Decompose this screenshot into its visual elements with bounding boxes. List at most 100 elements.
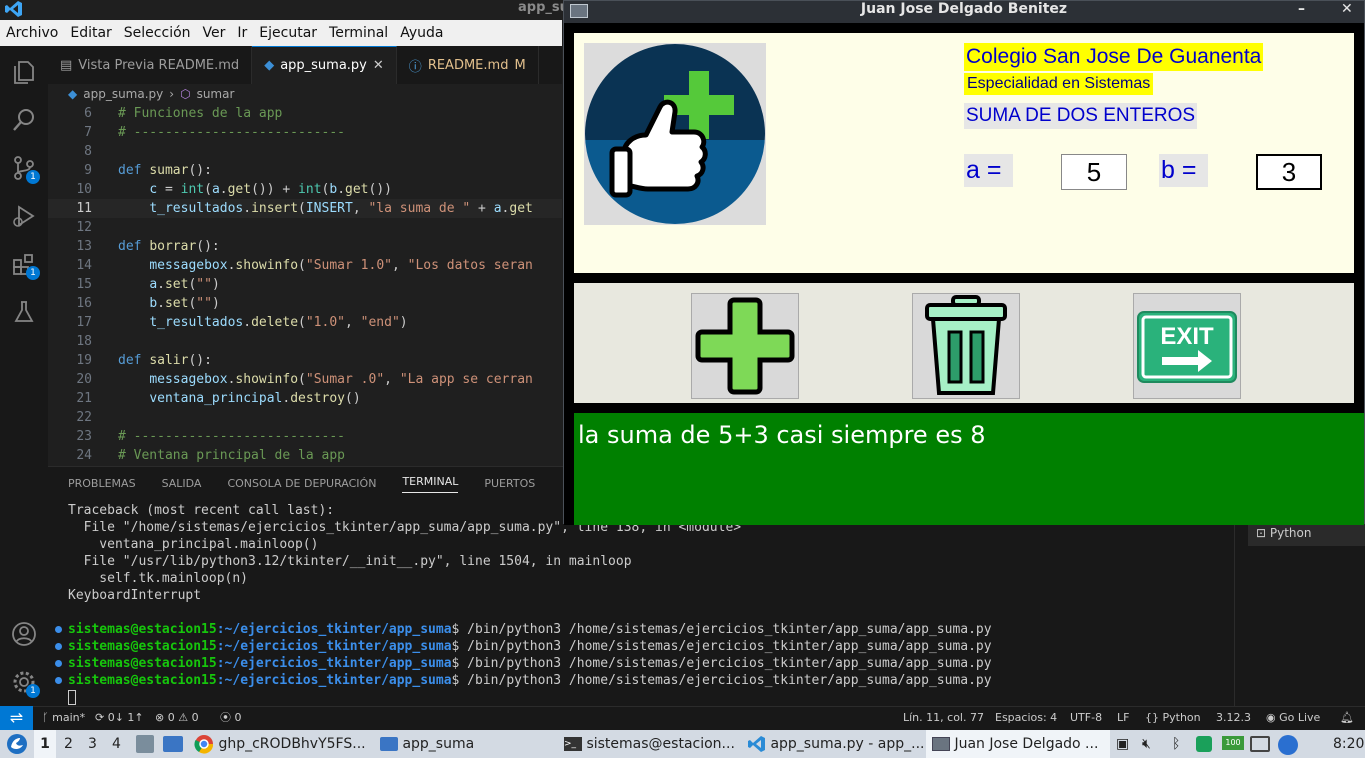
- sync-status[interactable]: ⟳ 0↓ 1↑: [95, 707, 144, 729]
- panel-tab-terminal[interactable]: TERMINAL: [402, 475, 459, 493]
- result-text[interactable]: la suma de 5+3 casi siempre es 8: [574, 413, 1364, 525]
- remote-indicator-icon[interactable]: ⇌: [0, 706, 33, 730]
- code-line[interactable]: 21 ventana_principal.destroy(): [48, 389, 562, 408]
- panel-tab-consola[interactable]: CONSOLA DE DEPURACIÓN: [227, 477, 376, 490]
- workspace-2[interactable]: 2: [64, 730, 73, 758]
- code-line[interactable]: 10 c = int(a.get()) + int(b.get()): [48, 180, 562, 199]
- command-decoration-icon[interactable]: [55, 677, 62, 684]
- taskbar-vscode[interactable]: app_suma.py - app_...: [748, 730, 924, 758]
- code-line[interactable]: 15 a.set(""): [48, 275, 562, 294]
- salir-button[interactable]: EXIT: [1133, 293, 1241, 399]
- panel-tab-puertos[interactable]: PUERTOS: [484, 477, 535, 490]
- code-line[interactable]: 18: [48, 332, 562, 351]
- entry-b[interactable]: [1256, 154, 1322, 190]
- menu-editar[interactable]: Editar: [70, 25, 111, 41]
- source-control-icon[interactable]: 1: [10, 154, 40, 184]
- mute-tray-icon[interactable]: 🔇︎: [1142, 730, 1151, 758]
- indentation[interactable]: Espacios: 4: [995, 707, 1057, 729]
- update-tray-icon[interactable]: [1196, 736, 1212, 752]
- account-icon[interactable]: [10, 620, 38, 648]
- network-tray-icon[interactable]: [1278, 735, 1298, 755]
- taskbar-terminal[interactable]: >_ sistemas@estacion...: [564, 730, 735, 758]
- code-line[interactable]: 11 t_resultados.insert(INSERT, "la suma …: [48, 199, 562, 218]
- tab-preview-readme[interactable]: ▤ Vista Previa README.md: [48, 46, 253, 84]
- terminal-output-line: ventana_principal.mainloop(): [68, 537, 319, 552]
- breadcrumb-file[interactable]: app_suma.py: [83, 87, 163, 101]
- close-window-button[interactable]: ✕: [1341, 1, 1353, 17]
- code-editor[interactable]: 6 # Funciones de la app 7 # ---------------…: [48, 104, 562, 466]
- menu-archivo[interactable]: Archivo: [6, 25, 58, 41]
- notifications-icon[interactable]: 🔔︎: [1340, 707, 1354, 729]
- testing-flask-icon[interactable]: [10, 298, 38, 326]
- code-line[interactable]: 7 # ---------------------------: [48, 123, 562, 142]
- code-line[interactable]: 23 # ---------------------------: [48, 427, 562, 446]
- sumar-button[interactable]: [691, 293, 799, 399]
- menu-ejecutar[interactable]: Ejecutar: [259, 25, 317, 41]
- code-line[interactable]: 12: [48, 218, 562, 237]
- entry-a[interactable]: [1061, 154, 1127, 190]
- problems-status[interactable]: ⊗ 0 ⚠ 0: [155, 707, 199, 729]
- ports-status[interactable]: ⦿ 0: [220, 707, 242, 729]
- code-line[interactable]: 20 messagebox.showinfo("Sumar .0", "La a…: [48, 370, 562, 389]
- encoding[interactable]: UTF-8: [1070, 707, 1102, 729]
- taskbar-tk-window[interactable]: Juan Jose Delgado ...: [926, 730, 1110, 758]
- branch-status[interactable]: ᚴ main*: [42, 707, 85, 729]
- borrar-button[interactable]: [912, 293, 1020, 399]
- language-mode[interactable]: {} Python: [1145, 707, 1201, 729]
- run-debug-icon[interactable]: [10, 202, 38, 230]
- code-line[interactable]: 24 # Ventana principal de la app: [48, 446, 562, 465]
- panel-tab-salida[interactable]: SALIDA: [162, 477, 202, 490]
- code-line[interactable]: 13 def borrar():: [48, 237, 562, 256]
- panel-tab-problemas[interactable]: PROBLEMAS: [68, 477, 136, 490]
- breadcrumb-symbol[interactable]: sumar: [197, 87, 235, 101]
- method-icon: ⬡: [180, 87, 191, 101]
- prompt-path: :~/ejercicios_tkinter/app_suma: [216, 622, 452, 637]
- settings-gear-icon[interactable]: 1: [10, 668, 40, 698]
- code-line[interactable]: 8: [48, 142, 562, 161]
- menu-terminal[interactable]: Terminal: [329, 25, 388, 41]
- bluetooth-tray-icon[interactable]: ᛒ: [1172, 730, 1180, 758]
- terminal-icon: ⊡: [1256, 526, 1270, 540]
- command-decoration-icon[interactable]: [55, 626, 62, 633]
- menu-seleccion[interactable]: Selección: [124, 25, 191, 41]
- taskbar-folder[interactable]: app_suma: [380, 730, 474, 758]
- code-line[interactable]: 6 # Funciones de la app: [48, 104, 562, 123]
- clock[interactable]: 8:20: [1333, 730, 1364, 758]
- tab-label: Vista Previa README.md: [78, 57, 240, 73]
- menu-ir[interactable]: Ir: [237, 25, 247, 41]
- files-launcher-icon[interactable]: [136, 735, 154, 753]
- python-version[interactable]: 3.12.3: [1216, 707, 1251, 729]
- close-tab-icon[interactable]: ✕: [373, 58, 384, 73]
- tab-readme[interactable]: ⓘ README.md M: [397, 46, 539, 84]
- window-title: app_su: [518, 0, 569, 15]
- battery-tray-icon[interactable]: 100: [1222, 736, 1244, 750]
- taskbar-chrome[interactable]: ghp_cRODBhvY5FS...: [194, 730, 366, 758]
- workspace-1[interactable]: 1: [34, 730, 56, 758]
- code-line[interactable]: 17 t_resultados.delete("1.0", "end"): [48, 313, 562, 332]
- extensions-icon[interactable]: 1: [10, 250, 40, 280]
- terminal[interactable]: Traceback (most recent call last): File …: [48, 500, 1234, 706]
- menu-ver[interactable]: Ver: [203, 25, 226, 41]
- command-decoration-icon[interactable]: [55, 643, 62, 650]
- display-tray-icon[interactable]: [1250, 736, 1270, 752]
- python-file-icon: ◆: [68, 87, 78, 101]
- start-menu-icon[interactable]: [6, 730, 28, 758]
- line-ending[interactable]: LF: [1117, 707, 1129, 729]
- file-manager-launcher-icon[interactable]: [163, 736, 183, 752]
- cursor-position[interactable]: Lín. 11, col. 77: [903, 707, 984, 729]
- code-line[interactable]: 9 def sumar():: [48, 161, 562, 180]
- code-line[interactable]: 19 def salir():: [48, 351, 562, 370]
- workspace-3[interactable]: 3: [88, 730, 97, 758]
- tab-app-suma[interactable]: ◆ app_suma.py ✕: [252, 46, 397, 84]
- search-icon[interactable]: [10, 106, 38, 134]
- code-line[interactable]: 16 b.set(""): [48, 294, 562, 313]
- code-line[interactable]: 14 messagebox.showinfo("Sumar 1.0", "Los…: [48, 256, 562, 275]
- workspace-4[interactable]: 4: [112, 730, 121, 758]
- go-live-button[interactable]: ◉ Go Live: [1266, 707, 1320, 729]
- clipboard-tray-icon[interactable]: ▣: [1116, 730, 1129, 758]
- code-line[interactable]: 22: [48, 408, 562, 427]
- minimize-button[interactable]: –: [1298, 1, 1305, 17]
- command-decoration-icon[interactable]: [55, 660, 62, 667]
- menu-ayuda[interactable]: Ayuda: [400, 25, 443, 41]
- explorer-icon[interactable]: [10, 58, 38, 86]
